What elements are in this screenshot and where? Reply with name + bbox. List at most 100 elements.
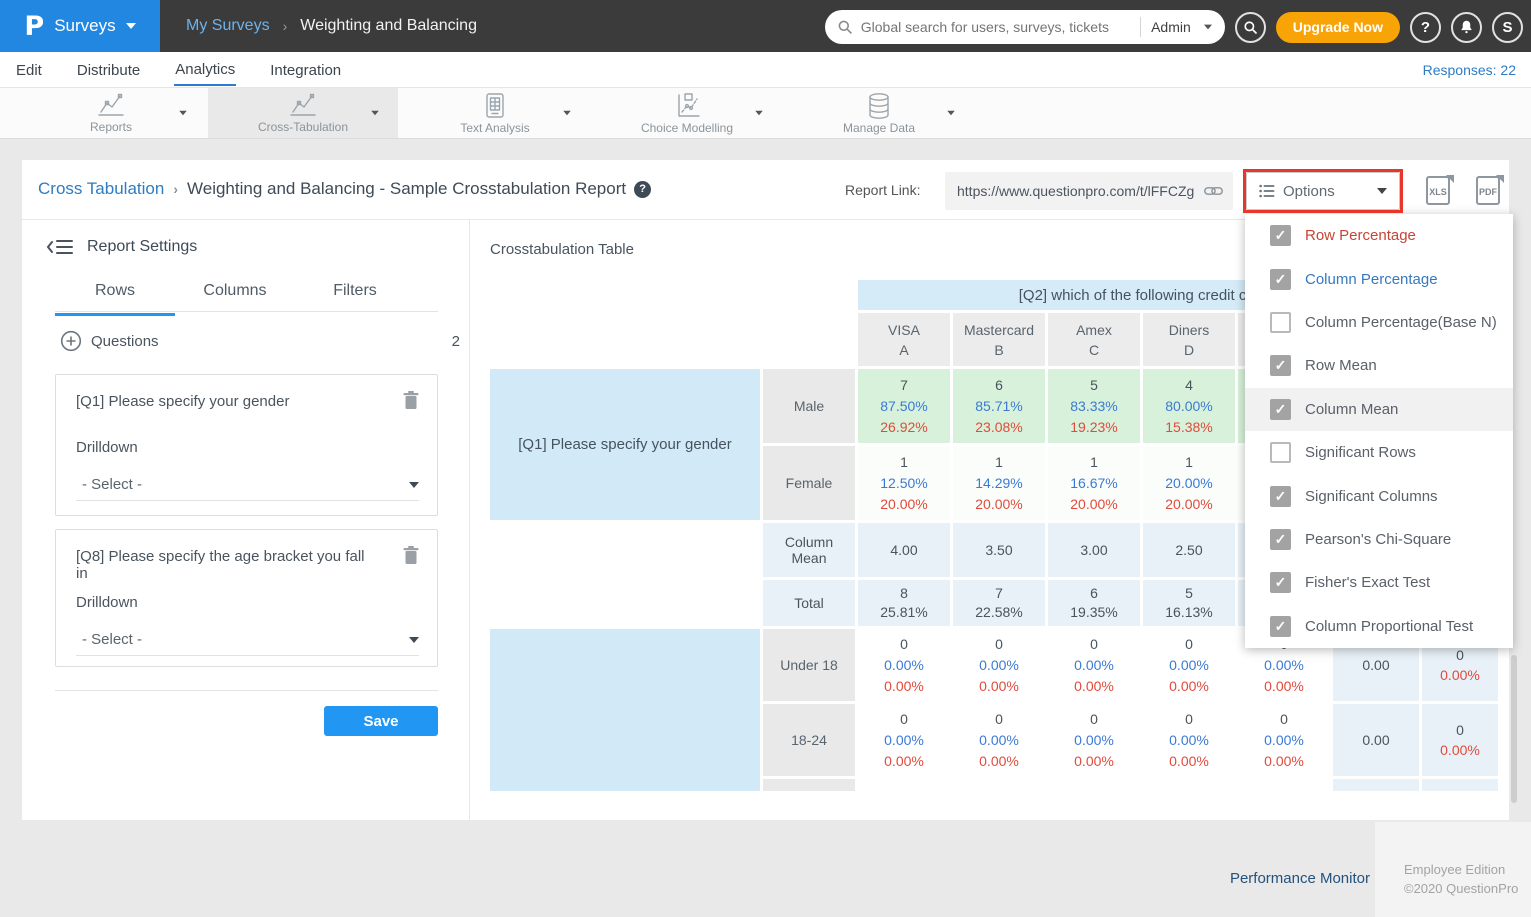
q1-row-label: [Q1] Please specify your gender xyxy=(490,369,760,520)
checkbox-unchecked-icon[interactable] xyxy=(1270,312,1291,333)
menu-item-label: Column Proportional Test xyxy=(1305,618,1473,635)
toolbar-item-text-analysis[interactable]: Text Analysis xyxy=(400,88,590,138)
responses-count: Responses: 22 xyxy=(1423,62,1516,78)
questions-count: 2 xyxy=(452,333,460,350)
data-cell: 787.50%26.92% xyxy=(858,369,950,443)
chevron-down-icon[interactable] xyxy=(947,111,955,116)
global-search: Admin xyxy=(825,10,1225,44)
data-cell: 00.00%0.00% xyxy=(858,629,950,701)
toolbar-item-label: Cross-Tabulation xyxy=(258,120,348,134)
toolbar-item-manage-data[interactable]: Manage Data xyxy=(784,88,974,138)
checkbox-checked-icon[interactable] xyxy=(1270,225,1291,246)
options-button[interactable]: Options xyxy=(1246,172,1400,210)
question-card-q1: [Q1] Please specify your gender Drilldow… xyxy=(55,374,438,516)
search-scope-selector[interactable]: Admin xyxy=(1140,17,1201,37)
menu-item-column-percentage[interactable]: Column Percentage xyxy=(1245,257,1513,300)
report-title: Weighting and Balancing - Sample Crossta… xyxy=(187,179,626,199)
toolbar-item-choice-modelling[interactable]: Choice Modelling xyxy=(592,88,782,138)
help-button[interactable]: ? xyxy=(1410,12,1441,43)
edition-label: Employee Edition xyxy=(1404,860,1531,879)
survey-nav: Edit Distribute Analytics Integration Re… xyxy=(0,52,1531,88)
delete-question-button[interactable] xyxy=(403,546,419,570)
data-cell: 00.00%0.00% xyxy=(1238,704,1330,776)
menu-item-label: Column Percentage(Base N) xyxy=(1305,314,1497,331)
panel-divider xyxy=(55,690,438,691)
report-help-icon[interactable]: ? xyxy=(634,181,651,198)
chevron-down-icon[interactable] xyxy=(371,111,379,116)
menu-item-row-percentage[interactable]: Row Percentage xyxy=(1245,214,1513,257)
chevron-down-icon xyxy=(126,23,136,29)
questionpro-logo-product-switcher[interactable]: P Surveys xyxy=(0,0,160,52)
row-label-under-18: Under 18 xyxy=(763,629,855,701)
column-header-diners: DinersD xyxy=(1143,313,1235,366)
question-card-q8: [Q8] Please specify the age bracket you … xyxy=(55,529,438,667)
tab-analytics[interactable]: Analytics xyxy=(174,53,236,86)
crosstab-title: Crosstabulation Table xyxy=(490,241,634,258)
product-name: Surveys xyxy=(54,16,115,36)
trash-icon xyxy=(403,391,419,410)
report-link-url[interactable] xyxy=(957,183,1196,199)
toolbar-item-reports[interactable]: Reports xyxy=(16,88,206,138)
chevron-down-icon xyxy=(1377,188,1387,194)
menu-item-label: Significant Columns xyxy=(1305,488,1438,505)
toolbar-item-label: Manage Data xyxy=(843,121,915,135)
document-table-icon xyxy=(483,92,507,120)
notifications-button[interactable] xyxy=(1451,12,1482,43)
tab-edit[interactable]: Edit xyxy=(15,54,43,85)
checkbox-checked-icon[interactable] xyxy=(1270,486,1291,507)
link-icon[interactable] xyxy=(1204,184,1223,198)
menu-item-pearsons-chi-square[interactable]: Pearson's Chi-Square xyxy=(1245,518,1513,561)
tab-integration[interactable]: Integration xyxy=(269,54,342,85)
row-label-18-24: 18-24 xyxy=(763,704,855,776)
table-scrollbar[interactable] xyxy=(1511,655,1517,803)
search-input[interactable] xyxy=(861,19,1140,35)
data-cell: 00.00%0.00% xyxy=(953,629,1045,701)
checkbox-checked-icon[interactable] xyxy=(1270,399,1291,420)
cross-tabulation-link[interactable]: Cross Tabulation xyxy=(38,179,164,199)
search-scope-caret-icon[interactable] xyxy=(1204,25,1212,30)
menu-item-significant-rows[interactable]: Significant Rows xyxy=(1245,431,1513,474)
chevron-down-icon[interactable] xyxy=(179,111,187,116)
chevron-down-icon[interactable] xyxy=(563,111,571,116)
save-button[interactable]: Save xyxy=(324,706,438,736)
upgrade-now-button[interactable]: Upgrade Now xyxy=(1276,12,1400,43)
mean-cell: 2.50 xyxy=(1143,523,1235,577)
toolbar-item-cross-tabulation[interactable]: Cross-Tabulation xyxy=(208,88,398,138)
drilldown-select[interactable]: - Select - xyxy=(76,469,419,501)
data-cell: 00.00%0.00% xyxy=(1048,704,1140,776)
total-cell: 516.13% xyxy=(1143,580,1235,626)
add-question-button[interactable] xyxy=(60,330,82,352)
top-bar: P Surveys My Surveys › Weighting and Bal… xyxy=(0,0,1531,52)
account-avatar[interactable]: S xyxy=(1492,12,1523,43)
menu-item-column-mean[interactable]: Column Mean xyxy=(1245,388,1513,431)
data-cell: 685.71%23.08% xyxy=(953,369,1045,443)
menu-item-significant-columns[interactable]: Significant Columns xyxy=(1245,474,1513,517)
export-xls-button[interactable]: XLS xyxy=(1424,176,1454,206)
toolbar-item-label: Text Analysis xyxy=(460,121,529,135)
menu-item-column-proportional-test[interactable]: Column Proportional Test xyxy=(1245,605,1513,648)
tab-distribute[interactable]: Distribute xyxy=(76,54,141,85)
checkbox-checked-icon[interactable] xyxy=(1270,355,1291,376)
menu-item-fishers-exact-test[interactable]: Fisher's Exact Test xyxy=(1245,561,1513,604)
column-header-amex: AmexC xyxy=(1048,313,1140,366)
collapse-panel-icon[interactable] xyxy=(47,238,73,256)
export-pdf-button[interactable]: PDF xyxy=(1474,176,1504,206)
checkbox-checked-icon[interactable] xyxy=(1270,616,1291,637)
chevron-down-icon[interactable] xyxy=(755,111,763,116)
bell-icon xyxy=(1459,19,1474,35)
delete-question-button[interactable] xyxy=(403,391,419,415)
performance-monitor-link[interactable]: Performance Monitor xyxy=(1040,870,1370,887)
data-cell: 583.33%19.23% xyxy=(1048,369,1140,443)
checkbox-unchecked-icon[interactable] xyxy=(1270,442,1291,463)
row-mean-cell: 0.00 xyxy=(1333,704,1419,776)
checkbox-checked-icon[interactable] xyxy=(1270,572,1291,593)
breadcrumb-my-surveys[interactable]: My Surveys xyxy=(186,17,270,35)
checkbox-checked-icon[interactable] xyxy=(1270,269,1291,290)
drilldown-select[interactable]: - Select - xyxy=(76,624,419,656)
checkbox-checked-icon[interactable] xyxy=(1270,529,1291,550)
menu-item-row-mean[interactable]: Row Mean xyxy=(1245,344,1513,387)
q8-row-label xyxy=(490,629,760,791)
total-cell: 825.81% xyxy=(858,580,950,626)
search-submit-button[interactable] xyxy=(1235,12,1266,43)
menu-item-column-percentage-base-n[interactable]: Column Percentage(Base N) xyxy=(1245,301,1513,344)
